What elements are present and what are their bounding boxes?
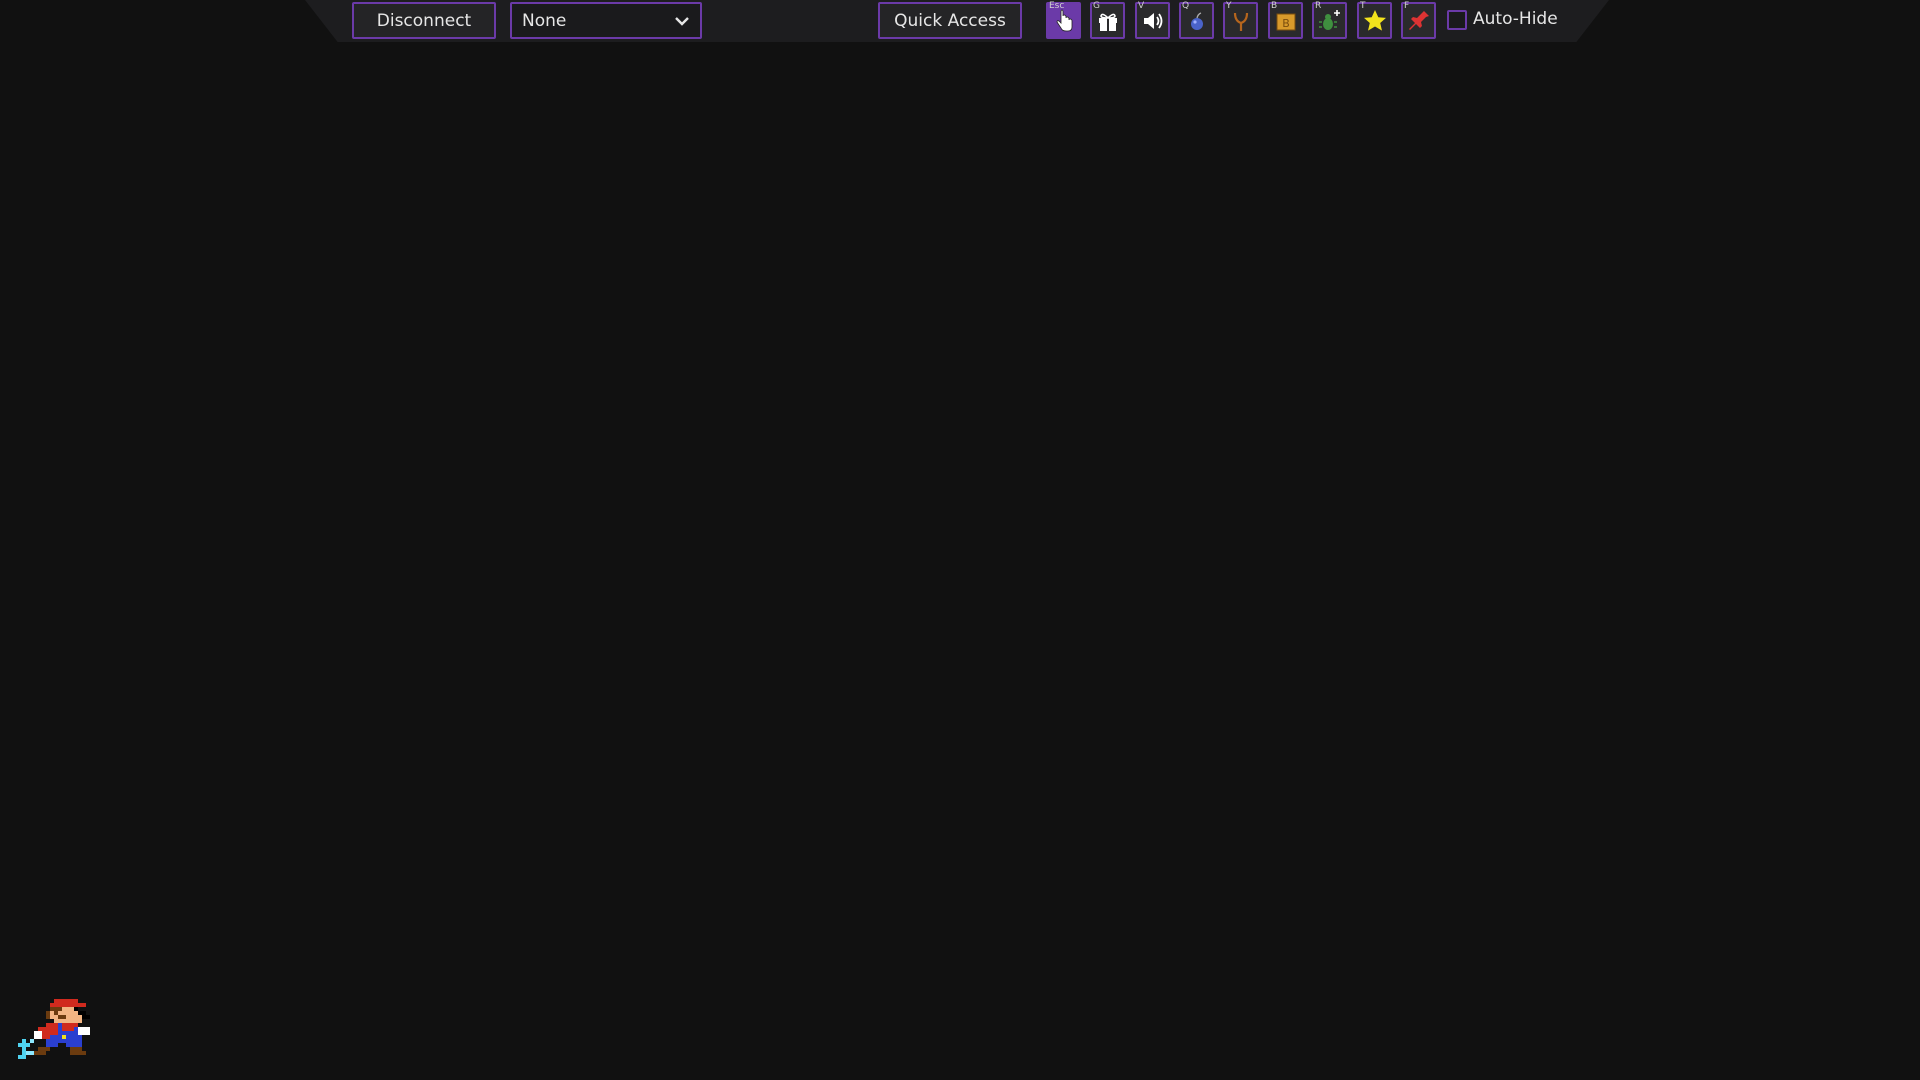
disconnect-button[interactable]: Disconnect — [352, 2, 496, 39]
chevron-down-icon — [675, 17, 689, 26]
svg-text:B: B — [1282, 17, 1290, 30]
mode-dropdown[interactable]: None — [510, 2, 702, 39]
speaker-icon — [1143, 12, 1162, 29]
dropdown-value: None — [522, 10, 567, 31]
auto-hide-checkbox[interactable] — [1447, 10, 1467, 30]
tool-slingshot-button[interactable]: Y — [1223, 1, 1258, 39]
hotkey-label: R — [1315, 1, 1322, 11]
tool-star-button[interactable]: T — [1357, 1, 1392, 39]
tool-b-block-button[interactable]: B B — [1268, 1, 1303, 39]
hotkey-label: V — [1138, 1, 1145, 11]
star-icon — [1363, 9, 1386, 31]
bomb-icon — [1190, 11, 1203, 30]
hotkey-label: B — [1271, 1, 1278, 11]
bug-plus-icon — [1318, 9, 1340, 30]
auto-hide-label: Auto-Hide — [1473, 9, 1558, 29]
slingshot-icon — [1233, 12, 1248, 31]
hotkey-label: Q — [1182, 1, 1190, 11]
hotkey-label: T — [1360, 1, 1366, 11]
quick-access-button[interactable]: Quick Access — [878, 2, 1022, 39]
hotkey-label: F — [1404, 1, 1410, 11]
pointer-hand-icon — [1056, 9, 1072, 31]
tool-gift-button[interactable]: G — [1090, 1, 1125, 39]
mario-sprite — [18, 999, 90, 1059]
b-block-icon: B — [1276, 13, 1295, 30]
tool-bomb-button[interactable]: Q — [1179, 1, 1214, 39]
hotkey-label: Y — [1226, 1, 1232, 11]
hotkey-label: G — [1093, 1, 1100, 11]
hotkey-label: Esc — [1049, 1, 1065, 11]
tool-sound-button[interactable]: V — [1135, 1, 1170, 39]
tool-pin-button[interactable]: F — [1401, 1, 1436, 39]
tool-pointer-button[interactable]: Esc — [1046, 1, 1081, 39]
tool-bug-button[interactable]: R — [1312, 1, 1347, 39]
pin-icon — [1408, 10, 1429, 30]
gift-icon — [1098, 13, 1117, 31]
